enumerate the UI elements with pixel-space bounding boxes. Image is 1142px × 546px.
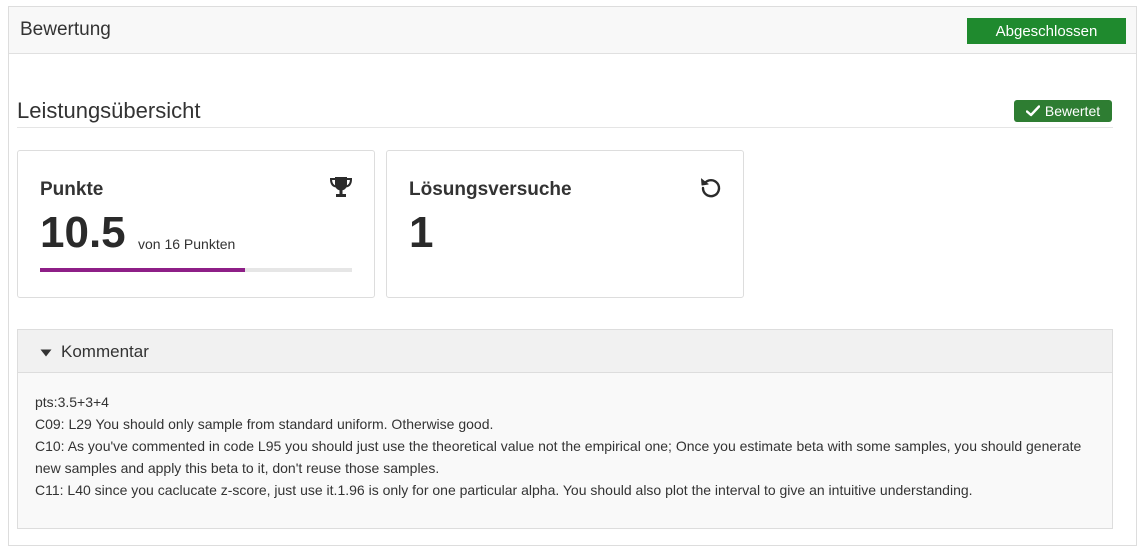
history-icon [699, 175, 723, 204]
comment-line: C10: As you've commented in code L95 you… [35, 438, 1082, 476]
comment-line: pts:3.5+3+4 [35, 394, 109, 410]
panel-title: Bewertung [20, 19, 111, 40]
check-icon [1025, 105, 1040, 117]
points-card: Punkte 10.5 von 16 Punkten [17, 150, 375, 298]
points-progress-bar [40, 268, 352, 272]
comment-text: pts:3.5+3+4 C09: L29 You should only sam… [35, 391, 1098, 501]
points-value: 10.5 [40, 208, 126, 257]
attempts-card: Lösungsversuche 1 [386, 150, 744, 298]
comment-toggle-label: Kommentar [61, 342, 149, 361]
comment-header: Kommentar [18, 330, 1112, 373]
comment-line: C09: L29 You should only sample from sta… [35, 416, 494, 432]
overview-title: Leistungsübersicht [17, 98, 201, 123]
comment-toggle[interactable]: Kommentar [40, 342, 149, 362]
comment-line: C11: L40 since you caclucate z-score, ju… [35, 482, 973, 498]
points-progress-fill [40, 268, 245, 272]
trophy-icon [328, 175, 354, 204]
graded-badge: Bewertet [1014, 100, 1112, 122]
overview-divider [17, 127, 1113, 128]
caret-down-icon [40, 342, 52, 362]
status-button[interactable]: Abgeschlossen [967, 18, 1126, 44]
points-max: von 16 Punkten [138, 236, 236, 252]
points-label: Punkte [40, 179, 104, 200]
attempts-value: 1 [409, 208, 434, 257]
panel-header: Bewertung Abgeschlossen [9, 7, 1136, 54]
graded-badge-label: Bewertet [1044, 103, 1101, 119]
attempts-label: Lösungsversuche [409, 179, 572, 200]
comment-panel: Kommentar pts:3.5+3+4 C09: L29 You shoul… [17, 329, 1113, 529]
